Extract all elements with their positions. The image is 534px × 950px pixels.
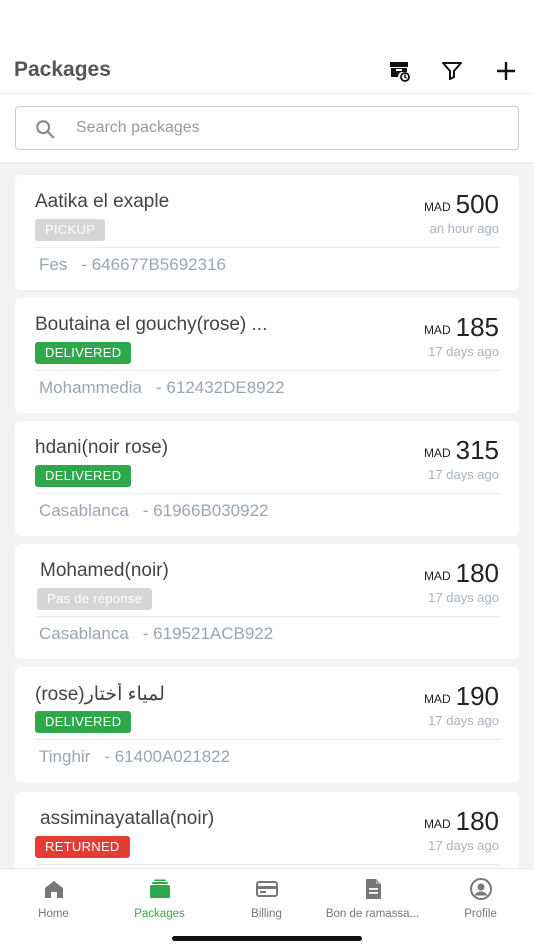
package-city: Tinghir — [39, 747, 91, 766]
package-city: Fes — [39, 255, 68, 274]
package-code: - 61400A021822 — [104, 747, 231, 766]
package-card[interactable]: Aatika el exaple PICKUP Fes - 646677B5692… — [15, 175, 519, 290]
document-icon — [365, 879, 381, 899]
currency: MAD — [423, 323, 451, 337]
tab-profile[interactable]: Profile — [427, 877, 534, 927]
currency: MAD — [423, 446, 451, 460]
tab-label: Billing — [251, 908, 282, 920]
package-code: - 646677B5692316 — [81, 255, 226, 274]
search-bar — [0, 94, 534, 162]
package-price: MAD 190 — [424, 681, 499, 712]
package-city: Casablanca — [39, 624, 129, 643]
package-time: 17 days ago — [428, 590, 499, 605]
tab-label: Home — [38, 908, 69, 920]
package-time: 17 days ago — [428, 467, 499, 482]
tab-label: Profile — [464, 908, 497, 920]
divider — [35, 493, 501, 494]
divider — [35, 864, 501, 865]
package-code: - 61966B030922 — [142, 501, 269, 520]
status-badge: DELIVERED — [35, 465, 132, 487]
amount: 185 — [455, 312, 499, 342]
amount: 315 — [455, 435, 499, 465]
package-time: 17 days ago — [428, 713, 499, 728]
status-badge: Pas de réponse — [37, 588, 153, 610]
tab-label: Bon de ramassa... — [325, 908, 420, 920]
package-card[interactable]: assiminayatalla(noir) RETURNED MAD 180 17… — [15, 792, 519, 868]
amount: 190 — [455, 681, 499, 711]
add-icon[interactable] — [493, 58, 519, 84]
status-badge: PICKUP — [35, 219, 106, 241]
divider — [35, 370, 501, 371]
package-price: MAD 180 — [424, 806, 499, 837]
currency: MAD — [423, 692, 451, 706]
tab-label: Packages — [134, 908, 185, 920]
search-icon — [36, 120, 55, 139]
divider — [35, 247, 501, 248]
home-icon — [44, 881, 63, 898]
amount: 180 — [455, 806, 499, 836]
app-header: Packages — [0, 0, 534, 94]
tab-packages[interactable]: Packages — [106, 877, 213, 927]
package-name: hdani(noir rose) — [35, 437, 169, 458]
status-badge: RETURNED — [35, 836, 130, 858]
package-card[interactable]: hdani(noir rose) DELIVERED Casablanca - 6… — [15, 421, 519, 536]
package-name: Boutaina el gouchy(rose) ... — [35, 314, 268, 335]
package-time: 17 days ago — [428, 838, 499, 853]
credit-card-icon — [255, 881, 278, 897]
package-meta: Mohammedia - 612432DE8922 — [39, 378, 285, 398]
package-time: an hour ago — [429, 221, 499, 236]
divider — [35, 739, 501, 740]
home-indicator — [172, 936, 362, 941]
status-badge: DELIVERED — [35, 711, 132, 733]
package-list: Aatika el exaple PICKUP Fes - 646677B5692… — [0, 162, 534, 868]
currency: MAD — [423, 200, 451, 214]
search-box[interactable] — [15, 106, 519, 150]
tab-home[interactable]: Home — [0, 877, 107, 927]
amount: 500 — [455, 189, 499, 219]
package-time: 17 days ago — [428, 344, 499, 359]
tab-bon-de-ramassage[interactable]: Bon de ramassa... — [319, 877, 426, 927]
package-meta: Casablanca - 619521ACB922 — [39, 624, 273, 644]
package-card[interactable]: Mohamed(noir) Pas de réponse Casablanca -… — [15, 544, 519, 659]
package-card[interactable]: (rose)لمياء أختار DELIVERED Tinghir - 614… — [15, 667, 519, 782]
package-name: assiminayatalla(noir) — [40, 808, 215, 829]
package-city: Casablanca — [39, 501, 129, 520]
status-badge: DELIVERED — [35, 342, 132, 364]
divider — [35, 616, 501, 617]
page-title: Packages — [14, 58, 111, 81]
package-price: MAD 500 — [424, 189, 499, 220]
package-card[interactable]: Boutaina el gouchy(rose) ... DELIVERED M… — [15, 298, 519, 413]
filter-icon[interactable] — [439, 58, 465, 84]
search-input[interactable] — [76, 107, 496, 149]
package-city: Mohammedia — [39, 378, 142, 397]
package-price: MAD 185 — [424, 312, 499, 343]
currency: MAD — [423, 817, 451, 831]
package-meta: Fes - 646677B5692316 — [39, 255, 226, 275]
package-price: MAD 180 — [424, 558, 499, 589]
package-name: (rose)لمياء أختار — [35, 684, 165, 705]
amount: 180 — [455, 558, 499, 588]
package-meta: Tinghir - 61400A021822 — [39, 747, 230, 767]
package-code: - 619521ACB922 — [142, 624, 274, 643]
profile-icon — [469, 878, 492, 900]
package-price: MAD 315 — [424, 435, 499, 466]
package-meta: Casablanca - 61966B030922 — [39, 501, 269, 521]
package-code: - 612432DE8922 — [156, 378, 285, 397]
currency: MAD — [423, 569, 451, 583]
archive-sync-icon[interactable] — [387, 58, 413, 84]
packages-icon — [149, 879, 170, 898]
package-name: Aatika el exaple — [35, 191, 170, 212]
package-name: Mohamed(noir) — [40, 560, 169, 581]
tab-billing[interactable]: Billing — [213, 877, 320, 927]
